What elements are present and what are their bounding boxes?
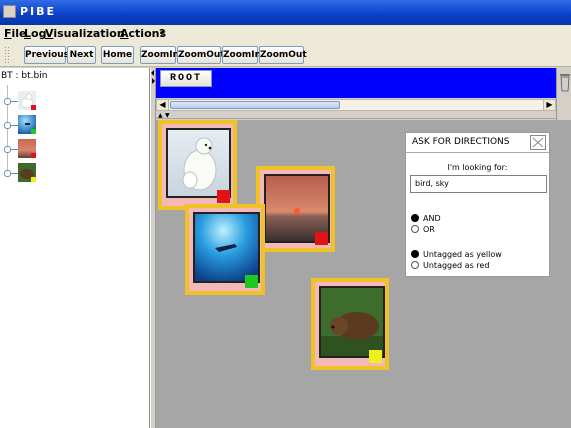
menu-visualization[interactable]: Visualization — [45, 27, 125, 40]
tree-panel: BT : bt.bin — [0, 68, 150, 428]
radio-and-label: AND — [423, 214, 441, 223]
breadcrumb-area: ROOT ◀ ▶ ▲ ▼ — [156, 68, 556, 120]
tag-mark — [31, 129, 36, 134]
brown-bear-thumbnail[interactable] — [18, 163, 36, 182]
tag-marker — [245, 275, 258, 288]
diver-thumbnail[interactable] — [18, 115, 36, 134]
looking-for-label: I'm looking for: — [447, 163, 508, 172]
expand-right-icon[interactable] — [152, 78, 155, 84]
radio-red-label: Untagged as red — [423, 261, 490, 270]
toolbar: Previous Next Home ZoomIn ZoomOut ZoomIn… — [0, 43, 571, 67]
sunset-thumbnail[interactable] — [18, 139, 36, 158]
polar-bear-image[interactable] — [166, 128, 231, 198]
image-card-brown-bear[interactable] — [311, 278, 389, 370]
home-button[interactable]: Home — [101, 46, 134, 64]
radio-untagged-red[interactable]: Untagged as red — [411, 260, 489, 271]
tag-mark — [31, 153, 36, 158]
menu-bar: File Log Visualization Actions ? — [0, 25, 571, 43]
radio-or[interactable]: OR — [411, 224, 435, 235]
scroll-thumb[interactable] — [170, 101, 340, 109]
radio-or-button[interactable] — [411, 225, 419, 233]
directions-dialog: ASK FOR DIRECTIONS I'm looking for: bird… — [405, 132, 550, 277]
previous-button[interactable]: Previous — [24, 46, 69, 64]
trash-icon[interactable] — [559, 71, 571, 95]
zoom-out-button-2[interactable]: ZoomOut — [259, 46, 307, 64]
image-card-polar-bear[interactable] — [158, 120, 237, 210]
toolbar-grip[interactable] — [4, 46, 10, 64]
tag-marker — [369, 350, 382, 363]
root-button[interactable]: ROOT — [160, 70, 212, 87]
breadcrumb-band: ROOT — [156, 68, 556, 98]
tree-node-diver[interactable] — [4, 115, 36, 135]
radio-untagged-yellow[interactable]: Untagged as yellow — [411, 249, 502, 260]
tag-mark — [31, 177, 36, 182]
tree-node-polar-bear[interactable] — [4, 91, 36, 111]
zoom-in-button[interactable]: ZoomIn — [140, 46, 179, 64]
next-button[interactable]: Next — [67, 46, 96, 64]
tree-node-sunset[interactable] — [4, 139, 36, 159]
radio-yellow-label: Untagged as yellow — [423, 250, 502, 259]
horizontal-scrollbar[interactable]: ◀ ▶ — [156, 99, 556, 111]
image-card-sunset[interactable] — [256, 166, 335, 252]
zoom-out-button[interactable]: ZoomOut — [177, 46, 225, 64]
horizontal-splitter[interactable]: ▲ ▼ — [156, 112, 556, 119]
tag-mark — [31, 105, 36, 110]
expand-down-icon[interactable]: ▼ — [165, 112, 170, 119]
app-icon — [3, 5, 16, 18]
radio-yellow-button[interactable] — [411, 250, 419, 258]
tree-root-label: BT : bt.bin — [1, 71, 48, 81]
dialog-title: ASK FOR DIRECTIONS — [412, 137, 510, 147]
tag-marker — [217, 190, 230, 203]
title-bar: PIBE — [0, 0, 571, 25]
tag-marker — [315, 232, 328, 245]
close-icon[interactable] — [530, 135, 546, 150]
diver-image[interactable] — [193, 212, 260, 283]
zoom-in-button-2[interactable]: ZoomIn — [222, 46, 261, 64]
polar-bear-thumbnail[interactable] — [18, 91, 36, 110]
collapse-up-icon[interactable]: ▲ — [158, 112, 163, 119]
brown-bear-image[interactable] — [319, 286, 385, 358]
trash-panel — [556, 68, 571, 120]
scroll-right-icon[interactable]: ▶ — [543, 100, 555, 110]
radio-and[interactable]: AND — [411, 213, 441, 224]
dialog-divider — [406, 152, 549, 153]
menu-log[interactable]: Log — [24, 27, 46, 40]
radio-red-button[interactable] — [411, 261, 419, 269]
tree-node-brown-bear[interactable] — [4, 163, 36, 183]
radio-and-button[interactable] — [411, 214, 419, 222]
radio-or-label: OR — [423, 225, 435, 234]
window-title: PIBE — [20, 5, 57, 18]
collapse-left-icon[interactable] — [151, 70, 154, 76]
image-card-diver[interactable] — [185, 204, 265, 295]
search-query-input[interactable]: bird, sky — [410, 175, 547, 193]
menu-help[interactable]: ? — [159, 27, 165, 40]
scroll-left-icon[interactable]: ◀ — [157, 100, 169, 110]
